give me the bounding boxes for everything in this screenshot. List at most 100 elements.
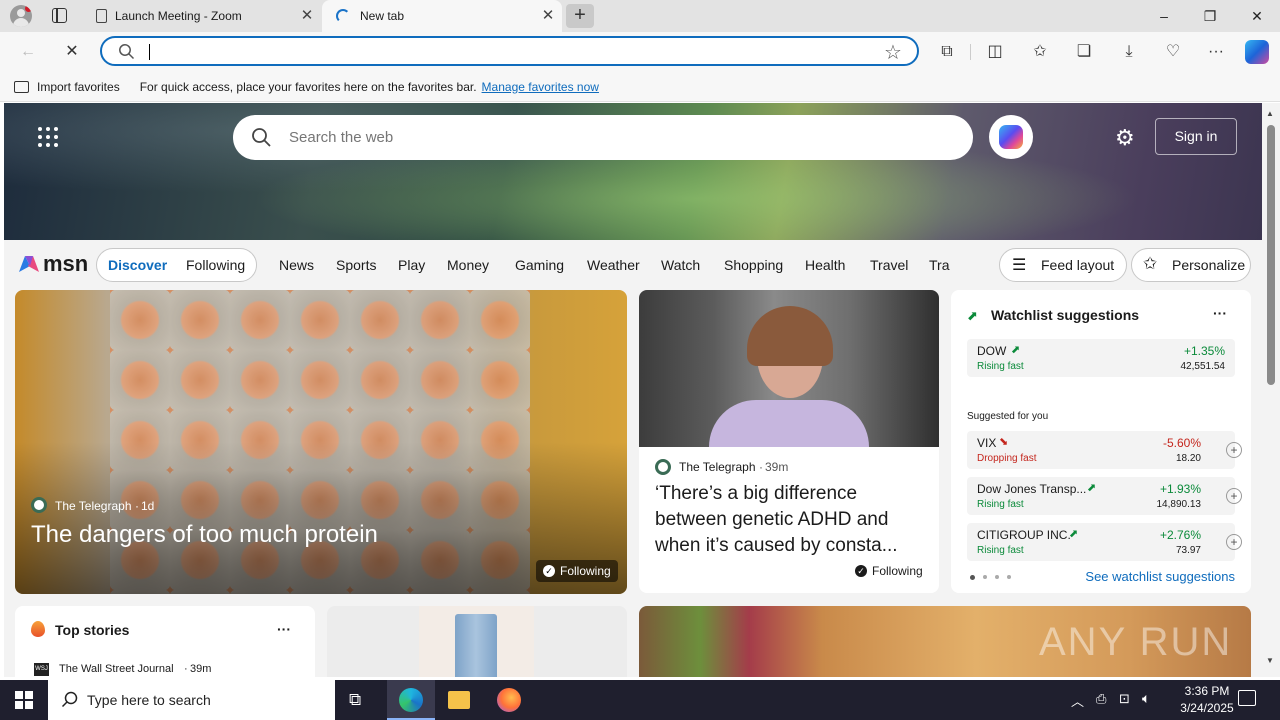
msn-new-tab-page: Search the web ⚙ Sign in msn Discover Fo…: [4, 103, 1262, 677]
apps-launcher-icon[interactable]: [38, 127, 58, 147]
trend-up-icon: ⬈: [1069, 528, 1079, 540]
nav-travel[interactable]: Travel: [870, 257, 908, 273]
favorites-icon[interactable]: ✩: [1028, 40, 1052, 64]
suggested-label: Suggested for you: [967, 411, 1049, 422]
scroll-thumb[interactable]: [1267, 125, 1275, 385]
address-input[interactable]: [146, 41, 846, 61]
msn-logo-text: msn: [43, 251, 89, 276]
nav-gaming[interactable]: Gaming: [515, 257, 564, 273]
watchlist-item-vix[interactable]: VIX ⬊ Dropping fast -5.60% 18.20 +: [967, 431, 1242, 469]
collections-icon[interactable]: ❏: [1072, 40, 1096, 64]
nav-news[interactable]: News: [279, 257, 314, 273]
downloads-icon[interactable]: ⤓: [1117, 40, 1141, 64]
msn-nav-row: msn Discover Following News Sports Play …: [4, 240, 1262, 290]
nav-health[interactable]: Health: [805, 257, 845, 273]
nav-weather[interactable]: Weather: [587, 257, 640, 273]
story-card[interactable]: The Telegraph · 39m ‘There’s a big diffe…: [639, 290, 939, 593]
personalize-button[interactable]: ✩ Personalize: [1131, 248, 1251, 282]
hero-headline[interactable]: The dangers of too much protein: [31, 521, 378, 549]
firefox-icon[interactable]: [497, 688, 521, 712]
copilot-icon[interactable]: [1245, 40, 1269, 64]
split-screen-icon[interactable]: ◫: [983, 40, 1007, 64]
file-explorer-icon[interactable]: [448, 691, 470, 709]
notifications-icon[interactable]: [1238, 690, 1256, 706]
favorite-star-icon[interactable]: ☆: [884, 40, 902, 65]
tab-actions-icon[interactable]: [52, 8, 67, 23]
ticker-status: Rising fast: [977, 545, 1024, 556]
taskbar-search-box[interactable]: Type here to search: [48, 680, 335, 720]
following-tab[interactable]: Following: [186, 257, 245, 273]
show-hidden-icons[interactable]: ︿: [1071, 691, 1084, 710]
feed-layout-button[interactable]: ☰ Feed layout: [999, 248, 1127, 282]
nav-shopping[interactable]: Shopping: [724, 257, 783, 273]
watchlist-item-dow[interactable]: DOW ⬈ Rising fast +1.35% 42,551.54: [967, 339, 1235, 377]
carousel-dots[interactable]: [970, 575, 1011, 580]
settings-gear-icon[interactable]: ⚙: [1115, 125, 1135, 151]
manage-favorites-link[interactable]: Manage favorites now: [482, 80, 599, 94]
page-scrollbar[interactable]: ▲ ▼: [1262, 103, 1280, 677]
close-tab-icon[interactable]: ✕: [299, 8, 315, 24]
hero-source: The Telegraph: [55, 499, 132, 513]
add-to-watchlist-button[interactable]: +: [1226, 534, 1242, 550]
shopping-card[interactable]: [327, 606, 627, 677]
task-view-icon[interactable]: ⧉: [349, 690, 361, 710]
hero-story-card[interactable]: The Telegraph · 1d The dangers of too mu…: [15, 290, 627, 594]
extensions-icon[interactable]: ⧉: [935, 40, 959, 64]
taskbar-time[interactable]: 3:36 PM: [1172, 684, 1242, 698]
watchlist-menu-icon[interactable]: ···: [1213, 305, 1227, 321]
scroll-down-arrow[interactable]: ▼: [1266, 656, 1274, 665]
new-tab-button[interactable]: +: [566, 4, 594, 28]
network-icon[interactable]: ⊡: [1119, 691, 1130, 707]
trend-up-icon: ⬈: [1087, 482, 1097, 494]
tab-launch-meeting[interactable]: Launch Meeting - Zoom ✕: [84, 0, 321, 32]
top-stories-menu-icon[interactable]: ···: [277, 621, 291, 637]
nav-sports[interactable]: Sports: [336, 257, 376, 273]
web-search-box[interactable]: Search the web: [233, 115, 973, 160]
add-to-watchlist-button[interactable]: +: [1226, 442, 1242, 458]
scroll-up-arrow[interactable]: ▲: [1266, 109, 1274, 118]
taskbar-search-placeholder: Type here to search: [87, 692, 211, 708]
source-logo-icon: [31, 497, 47, 513]
volume-icon[interactable]: 🔈︎: [1142, 690, 1150, 707]
msn-logo[interactable]: msn: [16, 250, 89, 280]
add-to-watchlist-button[interactable]: +: [1226, 488, 1242, 504]
discover-tab[interactable]: Discover: [108, 257, 167, 273]
hero-following-chip[interactable]: ✓ Following: [536, 560, 618, 582]
food-story-card[interactable]: ANY RUN: [639, 606, 1251, 677]
close-tab-icon[interactable]: ✕: [540, 8, 556, 24]
taskbar-date[interactable]: 3/24/2025: [1172, 701, 1242, 715]
personalize-icon: ✩: [1143, 254, 1158, 273]
back-icon[interactable]: ←: [16, 40, 40, 64]
watchlist-item-dow-transport[interactable]: Dow Jones Transp... ⬈ Rising fast +1.93%…: [967, 477, 1242, 515]
copilot-button[interactable]: [989, 115, 1033, 159]
profile-icon[interactable]: [10, 5, 32, 27]
story-following-chip[interactable]: ✓ Following: [855, 564, 923, 578]
windows-start-icon[interactable]: [15, 691, 33, 709]
browser-essentials-icon[interactable]: ♡: [1161, 40, 1185, 64]
import-favorites-icon: [14, 80, 29, 93]
device-icon[interactable]: ⎙: [1096, 691, 1106, 707]
restore-button[interactable]: ❐: [1187, 0, 1233, 32]
sign-in-button[interactable]: Sign in: [1155, 118, 1237, 155]
story-headline[interactable]: ‘There’s a big difference between geneti…: [655, 481, 925, 559]
hero-age: 1d: [141, 499, 155, 513]
nav-watch[interactable]: Watch: [661, 257, 700, 273]
see-watchlist-link[interactable]: See watchlist suggestions: [1085, 569, 1235, 584]
nav-play[interactable]: Play: [398, 257, 425, 273]
more-options-icon[interactable]: ···: [1204, 40, 1228, 64]
top-story-source: The Wall Street Journal: [59, 663, 174, 675]
top-story-age: 39m: [190, 663, 212, 675]
minimize-button[interactable]: –: [1141, 0, 1187, 32]
edge-taskbar-icon[interactable]: [387, 680, 435, 720]
nav-money[interactable]: Money: [447, 257, 489, 273]
stop-loading-icon[interactable]: ✕: [60, 40, 84, 64]
nav-traffic[interactable]: Tra: [929, 257, 949, 273]
import-favorites-button[interactable]: Import favorites: [37, 80, 120, 94]
tab-title: Launch Meeting - Zoom: [115, 9, 242, 23]
trend-up-icon: ⬈: [1011, 344, 1021, 356]
close-window-button[interactable]: ✕: [1234, 0, 1280, 32]
address-bar[interactable]: ☆: [100, 36, 919, 66]
watchlist-item-citigroup[interactable]: CITIGROUP INC. ⬈ Rising fast +2.76% 73.9…: [967, 523, 1242, 561]
tab-new-tab[interactable]: New tab ✕: [322, 0, 562, 32]
browser-toolbar: ← ✕ ☆ ⧉ ◫ ✩ ❏ ⤓ ♡ ···: [0, 32, 1280, 72]
